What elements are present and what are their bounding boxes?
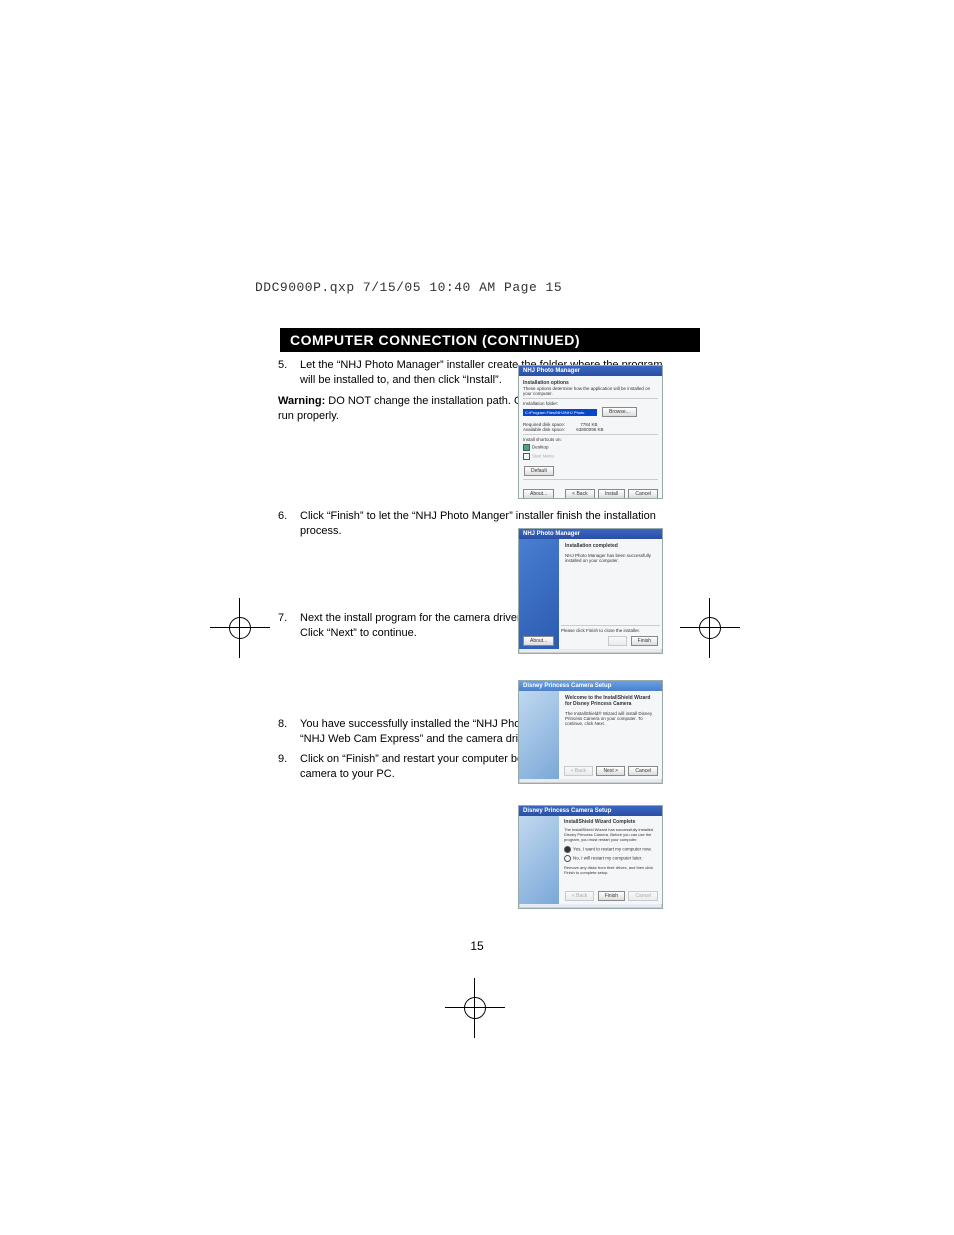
sidebar-graphic xyxy=(519,816,559,904)
browse-button[interactable]: Browse... xyxy=(602,407,637,417)
window-title: NHJ Photo Manager xyxy=(519,529,662,539)
step-number: 5. xyxy=(278,358,300,388)
sidebar-graphic xyxy=(519,691,559,779)
desktop-checkbox[interactable]: Desktop xyxy=(523,444,658,451)
back-button: < Back xyxy=(565,891,594,901)
install-button[interactable]: Install xyxy=(598,489,625,499)
startmenu-checkbox[interactable]: Start Menu xyxy=(523,453,658,460)
cancel-button[interactable]: Cancel xyxy=(628,489,658,499)
finish-button[interactable]: Finish xyxy=(598,891,625,901)
installer-screenshot-1: NHJ Photo Manager Installation options T… xyxy=(518,365,663,499)
sidebar-graphic xyxy=(519,539,559,649)
about-button[interactable]: About... xyxy=(523,489,554,499)
warning-label: Warning: xyxy=(278,395,325,407)
shortcuts-label: Install shortcuts on: xyxy=(523,437,658,442)
subtext: These options determine how the applicat… xyxy=(523,386,658,396)
restart-now-radio[interactable]: Yes, I want to restart my computer now. xyxy=(564,846,659,853)
back-button: < Back xyxy=(564,766,593,776)
cancel-button[interactable]: Cancel xyxy=(628,766,658,776)
back-button[interactable]: < Back xyxy=(565,489,594,499)
back-button-disabled xyxy=(608,636,628,646)
heading: Welcome to the InstallShield Wizard for … xyxy=(565,695,650,707)
body-text: The InstallShield® Wizard will install D… xyxy=(565,711,658,726)
cancel-button: Cancel xyxy=(628,891,658,901)
hint-text: Remove any disks from their drives, and … xyxy=(564,865,659,875)
body-text: The InstallShield Wizard has successfull… xyxy=(564,827,659,842)
body-text: NHJ Photo Manager has been successfully … xyxy=(565,553,658,563)
hint-text: Please click Finish to close the install… xyxy=(561,625,660,633)
heading: InstallShield Wizard Complete xyxy=(564,819,635,825)
step-number: 7. xyxy=(278,611,300,641)
registration-mark-icon xyxy=(455,988,495,1028)
section-title: COMPUTER CONNECTION (CONTINUED) xyxy=(280,328,700,352)
window-title: NHJ Photo Manager xyxy=(519,366,662,376)
manual-page: DDC9000P.qxp 7/15/05 10:40 AM Page 15 CO… xyxy=(0,0,954,1235)
installer-screenshot-3: Disney Princess Camera Setup Welcome to … xyxy=(518,680,663,784)
qxp-header: DDC9000P.qxp 7/15/05 10:40 AM Page 15 xyxy=(255,280,562,295)
window-title: Disney Princess Camera Setup xyxy=(519,806,662,816)
finish-button[interactable]: Finish xyxy=(631,636,658,646)
restart-later-radio[interactable]: No, I will restart my computer later. xyxy=(564,855,659,862)
step-number: 6. xyxy=(278,509,300,539)
default-button[interactable]: Default xyxy=(524,466,554,476)
registration-mark-icon xyxy=(220,608,260,648)
avail-label: Available disk space: xyxy=(523,427,565,432)
registration-mark-icon xyxy=(690,608,730,648)
next-button[interactable]: Next > xyxy=(596,766,625,776)
page-number: 15 xyxy=(0,939,954,953)
step-number: 9. xyxy=(278,752,300,782)
installer-screenshot-4: Disney Princess Camera Setup InstallShie… xyxy=(518,805,663,909)
about-button[interactable]: About... xyxy=(523,636,554,646)
step-number: 8. xyxy=(278,717,300,747)
folder-field[interactable]: C:\Program Files\NHJ\NHJ Photo xyxy=(523,409,597,416)
installer-screenshot-2: NHJ Photo Manager Installation completed… xyxy=(518,528,663,654)
window-title: Disney Princess Camera Setup xyxy=(519,681,662,691)
avail-val: 63800096 KB xyxy=(576,427,603,432)
heading: Installation completed xyxy=(565,543,618,549)
